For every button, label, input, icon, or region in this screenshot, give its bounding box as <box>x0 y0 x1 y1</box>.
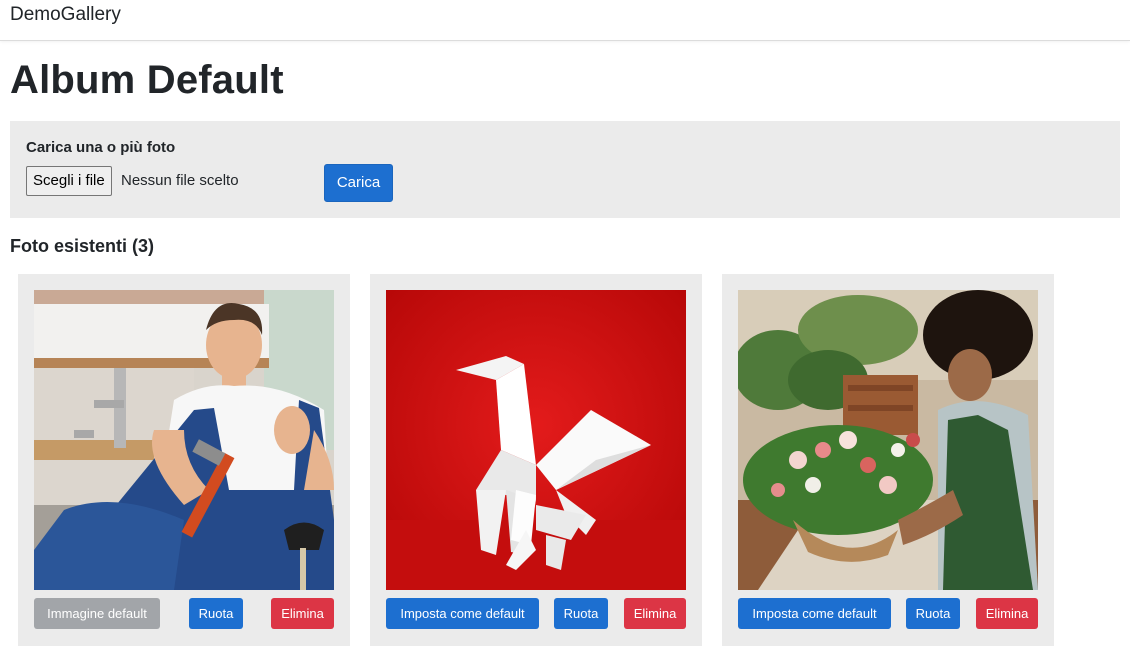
upload-button[interactable]: Carica <box>324 164 393 202</box>
photo-actions: Imposta come default Ruota Elimina <box>738 598 1038 630</box>
brand-link[interactable]: DemoGallery <box>10 4 121 26</box>
photos-heading: Foto esistenti (3) <box>10 236 155 256</box>
upload-form: Carica una o più foto Scegli i file Ness… <box>10 121 1120 218</box>
photo-actions: Immagine default Ruota Elimina <box>34 598 334 630</box>
set-default-button[interactable]: Imposta come default <box>738 598 891 629</box>
photo-card: Immagine default Ruota Elimina <box>18 274 350 646</box>
plumber-photo <box>34 290 334 590</box>
delete-button[interactable]: Elimina <box>624 598 686 629</box>
delete-button[interactable]: Elimina <box>271 598 334 629</box>
delete-button[interactable]: Elimina <box>976 598 1038 629</box>
photo-card: Imposta come default Ruota Elimina <box>722 274 1054 646</box>
rotate-button[interactable]: Ruota <box>189 598 243 629</box>
default-image-button[interactable]: Immagine default <box>34 598 160 629</box>
upload-label: Carica una o più foto <box>26 139 176 156</box>
origami-photo <box>386 290 686 590</box>
photo-card: Imposta come default Ruota Elimina <box>370 274 702 646</box>
page-title: Album Default <box>10 58 284 102</box>
file-status-text: Nessun file scelto <box>121 172 239 189</box>
photo-actions: Imposta come default Ruota Elimina <box>386 598 686 630</box>
choose-files-button[interactable]: Scegli i file <box>26 166 112 196</box>
rotate-button[interactable]: Ruota <box>906 598 960 629</box>
rotate-button[interactable]: Ruota <box>554 598 608 629</box>
navbar: DemoGallery <box>0 0 1130 41</box>
set-default-button[interactable]: Imposta come default <box>386 598 539 629</box>
florist-photo <box>738 290 1038 590</box>
